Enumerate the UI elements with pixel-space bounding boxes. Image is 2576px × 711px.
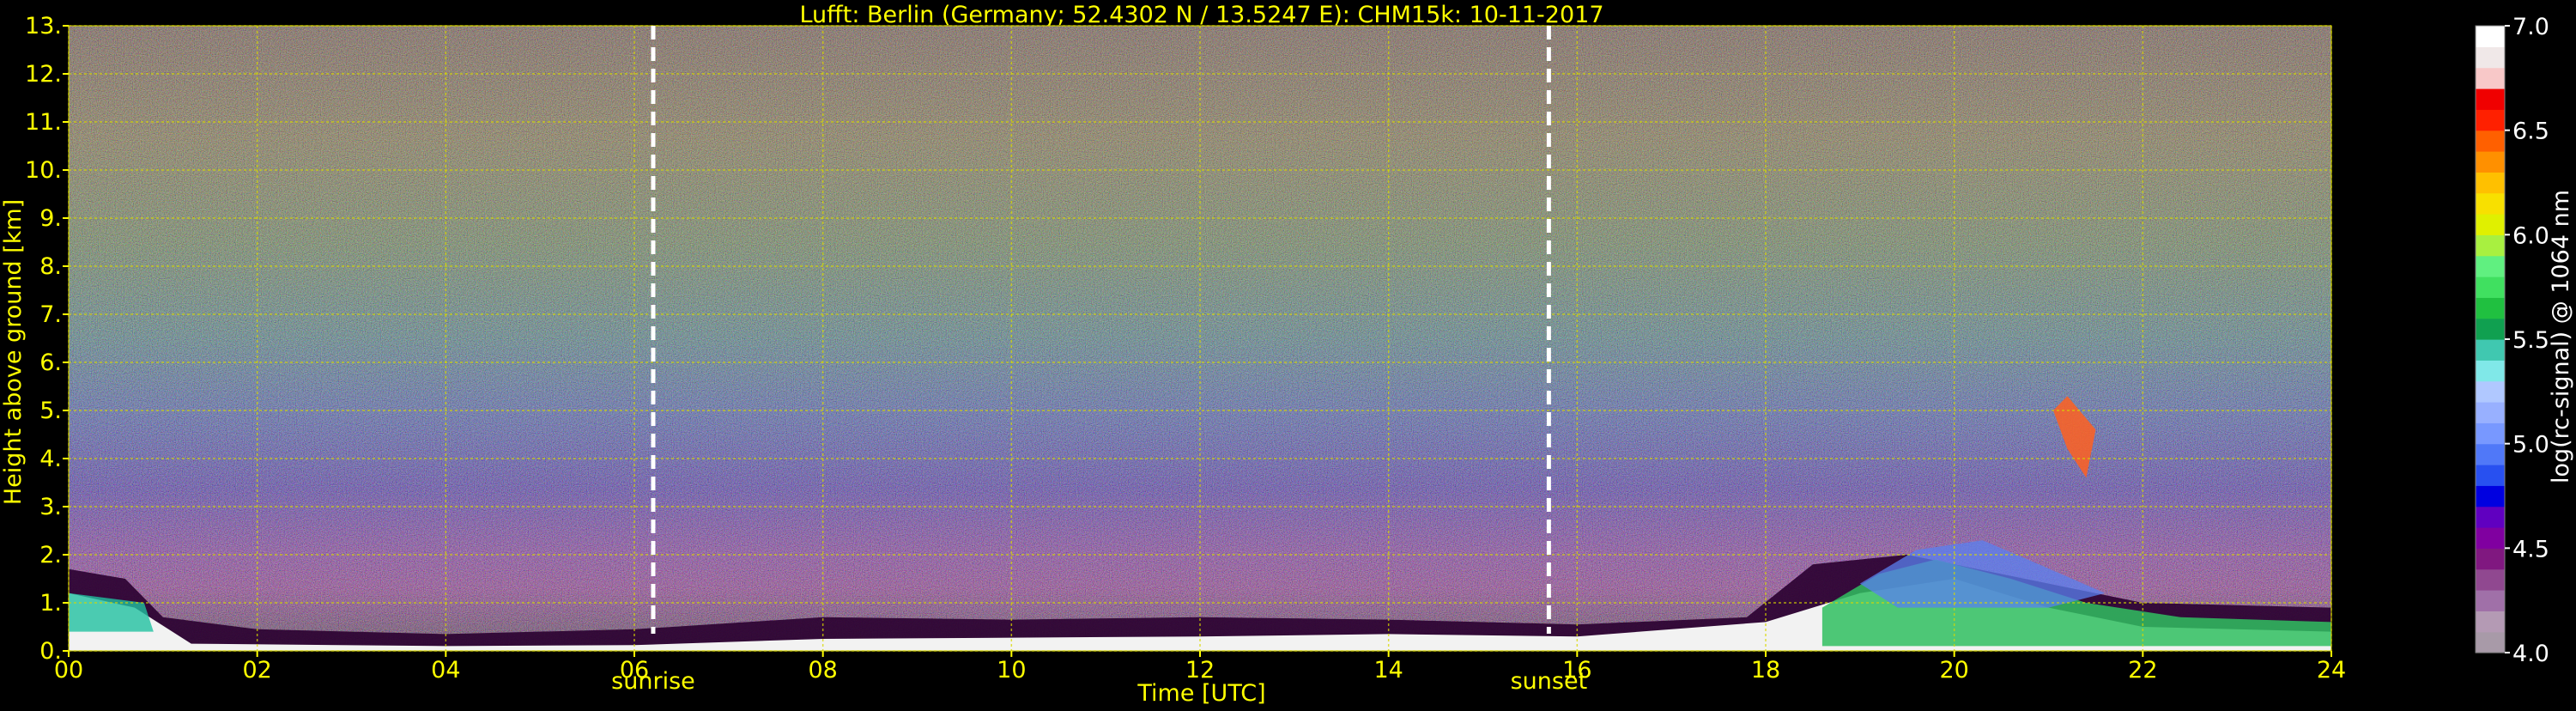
colorbar-segment: [2476, 318, 2505, 340]
colorbar-tick-label: 6.5: [2512, 118, 2549, 145]
y-axis-label: Height above ground [km]: [0, 199, 27, 505]
y-tick-label: 12.: [25, 61, 62, 88]
colorbar-segment: [2476, 422, 2505, 445]
colorbar-segment: [2476, 130, 2505, 152]
x-tick-label: 20: [1939, 657, 1968, 684]
colorbar-segment: [2476, 88, 2505, 110]
y-tick-label: 5.: [39, 398, 62, 424]
y-tick-label: 0.: [39, 638, 62, 665]
colorbar-label: log(rc-signal) @ 1064 nm: [2548, 190, 2574, 483]
colorbar-tick-label: 5.0: [2512, 432, 2549, 459]
y-tick-label: 9.: [39, 205, 62, 232]
chart-svg: Lufft: Berlin (Germany; 52.4302 N / 13.5…: [0, 2, 2574, 707]
colorbar-segment: [2476, 46, 2505, 69]
y-tick-label: 11.: [25, 109, 62, 136]
x-tick-label: 04: [431, 657, 460, 684]
y-tick-label: 8.: [39, 253, 62, 280]
colorbar-tick-label: 4.5: [2512, 536, 2549, 562]
colorbar-segment: [2476, 297, 2505, 319]
x-tick-label: 02: [242, 657, 271, 684]
x-tick-label: 18: [1751, 657, 1780, 684]
colorbar-segment: [2476, 192, 2505, 215]
chart-title: Lufft: Berlin (Germany; 52.4302 N / 13.5…: [799, 2, 1603, 28]
colorbar-segment: [2476, 214, 2505, 235]
colorbar-segment: [2476, 26, 2505, 47]
x-tick-label: 10: [997, 657, 1026, 684]
colorbar-segment: [2476, 465, 2505, 486]
y-tick-label: 10.: [25, 157, 62, 184]
y-tick-label: 1.: [39, 590, 62, 617]
colorbar-segment: [2476, 611, 2505, 633]
colorbar-tick-label: 4.0: [2512, 641, 2549, 667]
y-tick-label: 2.: [39, 542, 62, 568]
colorbar-segment: [2476, 590, 2505, 611]
y-tick-label: 6.: [39, 349, 62, 376]
colorbar-segment: [2476, 631, 2505, 653]
colorbar-segment: [2476, 443, 2505, 465]
x-tick-label: 08: [808, 657, 837, 684]
colorbar-segment: [2476, 360, 2505, 382]
x-axis-label: Time [UTC]: [1136, 680, 1265, 707]
colorbar-segment: [2476, 67, 2505, 89]
y-tick-label: 4.: [39, 446, 62, 472]
x-axis-ticks: 00 02 04 06 08 10 12 14 16 18 20 22 24: [54, 651, 2346, 684]
colorbar: [2475, 25, 2506, 653]
colorbar-segment: [2476, 234, 2505, 257]
y-tick-label: 13.: [25, 13, 62, 40]
y-tick-label: 3.: [39, 494, 62, 520]
colorbar-segment: [2476, 568, 2505, 591]
x-tick-label: 24: [2317, 657, 2346, 684]
colorbar-segment: [2476, 402, 2505, 423]
x-tick-label: 12: [1185, 657, 1215, 684]
chart-figure: Lufft: Berlin (Germany; 52.4302 N / 13.5…: [0, 0, 2576, 708]
x-tick-label: 22: [2128, 657, 2157, 684]
colorbar-tick-label: 7.0: [2512, 14, 2549, 40]
colorbar-segment: [2476, 255, 2505, 277]
colorbar-tick-label: 5.5: [2512, 327, 2549, 354]
x-tick-label: 14: [1373, 657, 1403, 684]
x-tick-label: 06: [620, 657, 649, 684]
colorbar-segment: [2476, 339, 2505, 361]
y-axis-ticks: 0. 1. 2. 3. 4. 5. 6. 7. 8. 9. 10. 11. 12. 13.: [25, 13, 69, 665]
colorbar-ticks: 4.0 4.5 5.0 5.5 6.0 6.5 7.0: [2505, 14, 2549, 667]
x-tick-label: 16: [1562, 657, 1591, 684]
colorbar-segment: [2476, 172, 2505, 194]
colorbar-segment: [2476, 485, 2505, 507]
colorbar-segment: [2476, 276, 2505, 298]
colorbar-segment: [2476, 506, 2505, 528]
colorbar-tick-label: 6.0: [2512, 222, 2549, 249]
colorbar-segment: [2476, 548, 2505, 570]
colorbar-segment: [2476, 380, 2505, 403]
colorbar-segment: [2476, 109, 2505, 131]
colorbar-segment: [2476, 151, 2505, 173]
colorbar-segment: [2476, 527, 2505, 549]
y-tick-label: 7.: [39, 301, 62, 328]
